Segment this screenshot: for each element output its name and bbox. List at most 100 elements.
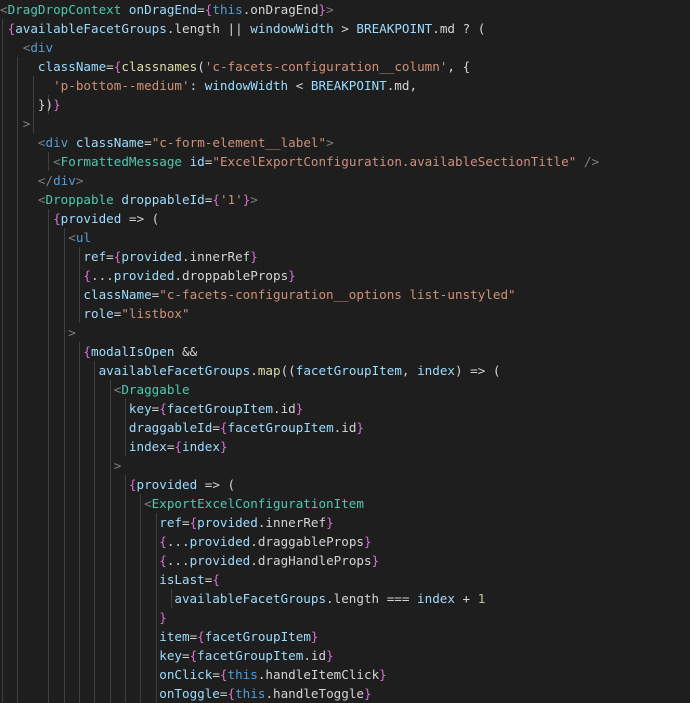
code-token: > xyxy=(75,173,84,188)
code-line[interactable]: <div className="c-form-element__label"> xyxy=(0,133,334,152)
code-line[interactable]: {...provided.draggableProps} xyxy=(0,532,372,551)
code-line[interactable]: onToggle={this.handleToggle} xyxy=(0,684,371,703)
code-line[interactable]: > xyxy=(0,114,31,133)
code-token: key xyxy=(159,648,182,663)
code-token: facetGroupItem xyxy=(166,401,273,416)
code-token: .innerRef xyxy=(257,515,327,530)
code-line[interactable]: <Draggable xyxy=(0,380,190,399)
code-token: 1 xyxy=(477,591,486,606)
code-token: .handleToggle xyxy=(265,686,365,701)
code-line[interactable]: <ExportExcelConfigurationItem xyxy=(0,494,364,513)
code-line[interactable]: <FormattedMessage id="ExcelExportConfigu… xyxy=(0,152,599,171)
code-line[interactable]: availableFacetGroups.length === index + … xyxy=(0,589,485,608)
code-token: ( xyxy=(197,59,205,74)
code-token: .id xyxy=(303,648,327,663)
code-line[interactable]: className="c-facets-configuration__optio… xyxy=(0,285,516,304)
code-token: , { xyxy=(447,59,471,74)
code-token: { xyxy=(159,553,167,568)
code-token: } xyxy=(356,420,364,435)
code-token: ref xyxy=(83,249,107,264)
code-line[interactable]: <ul xyxy=(0,228,91,247)
code-line[interactable]: draggableId={facetGroupItem.id} xyxy=(0,418,364,437)
code-token: .md ? ( xyxy=(432,21,486,36)
code-token: windowWidth xyxy=(250,21,334,36)
code-token: .length === xyxy=(326,591,418,606)
code-line[interactable]: > xyxy=(0,456,122,475)
code-line[interactable]: <DragDropContext onDragEnd={this.onDragE… xyxy=(0,0,334,19)
code-token: index xyxy=(182,439,220,454)
code-token: < xyxy=(53,154,61,169)
code-line[interactable]: item={facetGroupItem} xyxy=(0,627,318,646)
code-token: '1' xyxy=(219,192,243,207)
code-token: { xyxy=(197,629,205,644)
code-line[interactable]: } xyxy=(0,608,167,627)
code-token: > xyxy=(22,116,31,131)
code-token: id xyxy=(189,154,205,169)
code-token: div xyxy=(45,135,69,150)
code-token: .length || xyxy=(166,21,251,36)
code-token: /> xyxy=(583,154,600,169)
code-line[interactable]: 'p-bottom--medium': windowWidth < BREAKP… xyxy=(0,76,417,95)
code-line[interactable]: {...provided.droppableProps} xyxy=(0,266,295,285)
code-line[interactable]: className={classnames('c-facets-configur… xyxy=(0,57,470,76)
code-token: > xyxy=(113,458,122,473)
code-token: = xyxy=(197,2,205,17)
code-token: "c-facets-configuration__options list-un… xyxy=(159,287,516,302)
code-line[interactable]: })} xyxy=(0,95,61,114)
code-line[interactable]: key={facetGroupItem.id} xyxy=(0,399,303,418)
code-line[interactable]: isLast={ xyxy=(0,570,220,589)
code-token: .md, xyxy=(386,78,418,93)
code-line[interactable]: ref={provided.innerRef} xyxy=(0,513,334,532)
code-token: provided xyxy=(189,553,251,568)
code-line[interactable]: {provided => ( xyxy=(0,209,159,228)
code-token: ... xyxy=(166,534,190,549)
code-line[interactable]: index={index} xyxy=(0,437,228,456)
code-line[interactable]: availableFacetGroups.map((facetGroupItem… xyxy=(0,361,501,380)
code-line[interactable]: <Droppable droppableId={'1'}> xyxy=(0,190,258,209)
code-token: } xyxy=(326,648,334,663)
code-token: = xyxy=(106,59,114,74)
code-line[interactable]: key={facetGroupItem.id} xyxy=(0,646,334,665)
code-token: BREAKPOINT xyxy=(310,78,387,93)
code-token: onDragEnd xyxy=(128,2,198,17)
code-token: => ( xyxy=(121,211,160,226)
code-line[interactable]: {...provided.dragHandleProps} xyxy=(0,551,379,570)
code-line[interactable]: ref={provided.innerRef} xyxy=(0,247,257,266)
code-line[interactable]: onClick={this.handleItemClick} xyxy=(0,665,387,684)
code-line[interactable]: {availableFacetGroups.length || windowWi… xyxy=(0,19,486,38)
code-token: = xyxy=(181,515,190,530)
code-line[interactable]: {modalIsOpen && xyxy=(0,342,197,361)
code-line[interactable]: > xyxy=(0,323,76,342)
code-line[interactable]: <div xyxy=(0,38,53,57)
code-token: } xyxy=(363,534,372,549)
code-line[interactable]: {provided => ( xyxy=(0,475,235,494)
code-line[interactable]: </div> xyxy=(0,171,84,190)
code-token: } xyxy=(326,515,334,530)
code-editor[interactable]: <DragDropContext onDragEnd={this.onDragE… xyxy=(0,0,690,703)
code-token: = xyxy=(212,667,220,682)
code-token: onClick xyxy=(159,667,213,682)
code-token: provided xyxy=(113,268,175,283)
code-token: Draggable xyxy=(121,382,190,397)
code-token: < xyxy=(288,78,311,93)
code-line[interactable]: role="listbox" xyxy=(0,304,189,323)
